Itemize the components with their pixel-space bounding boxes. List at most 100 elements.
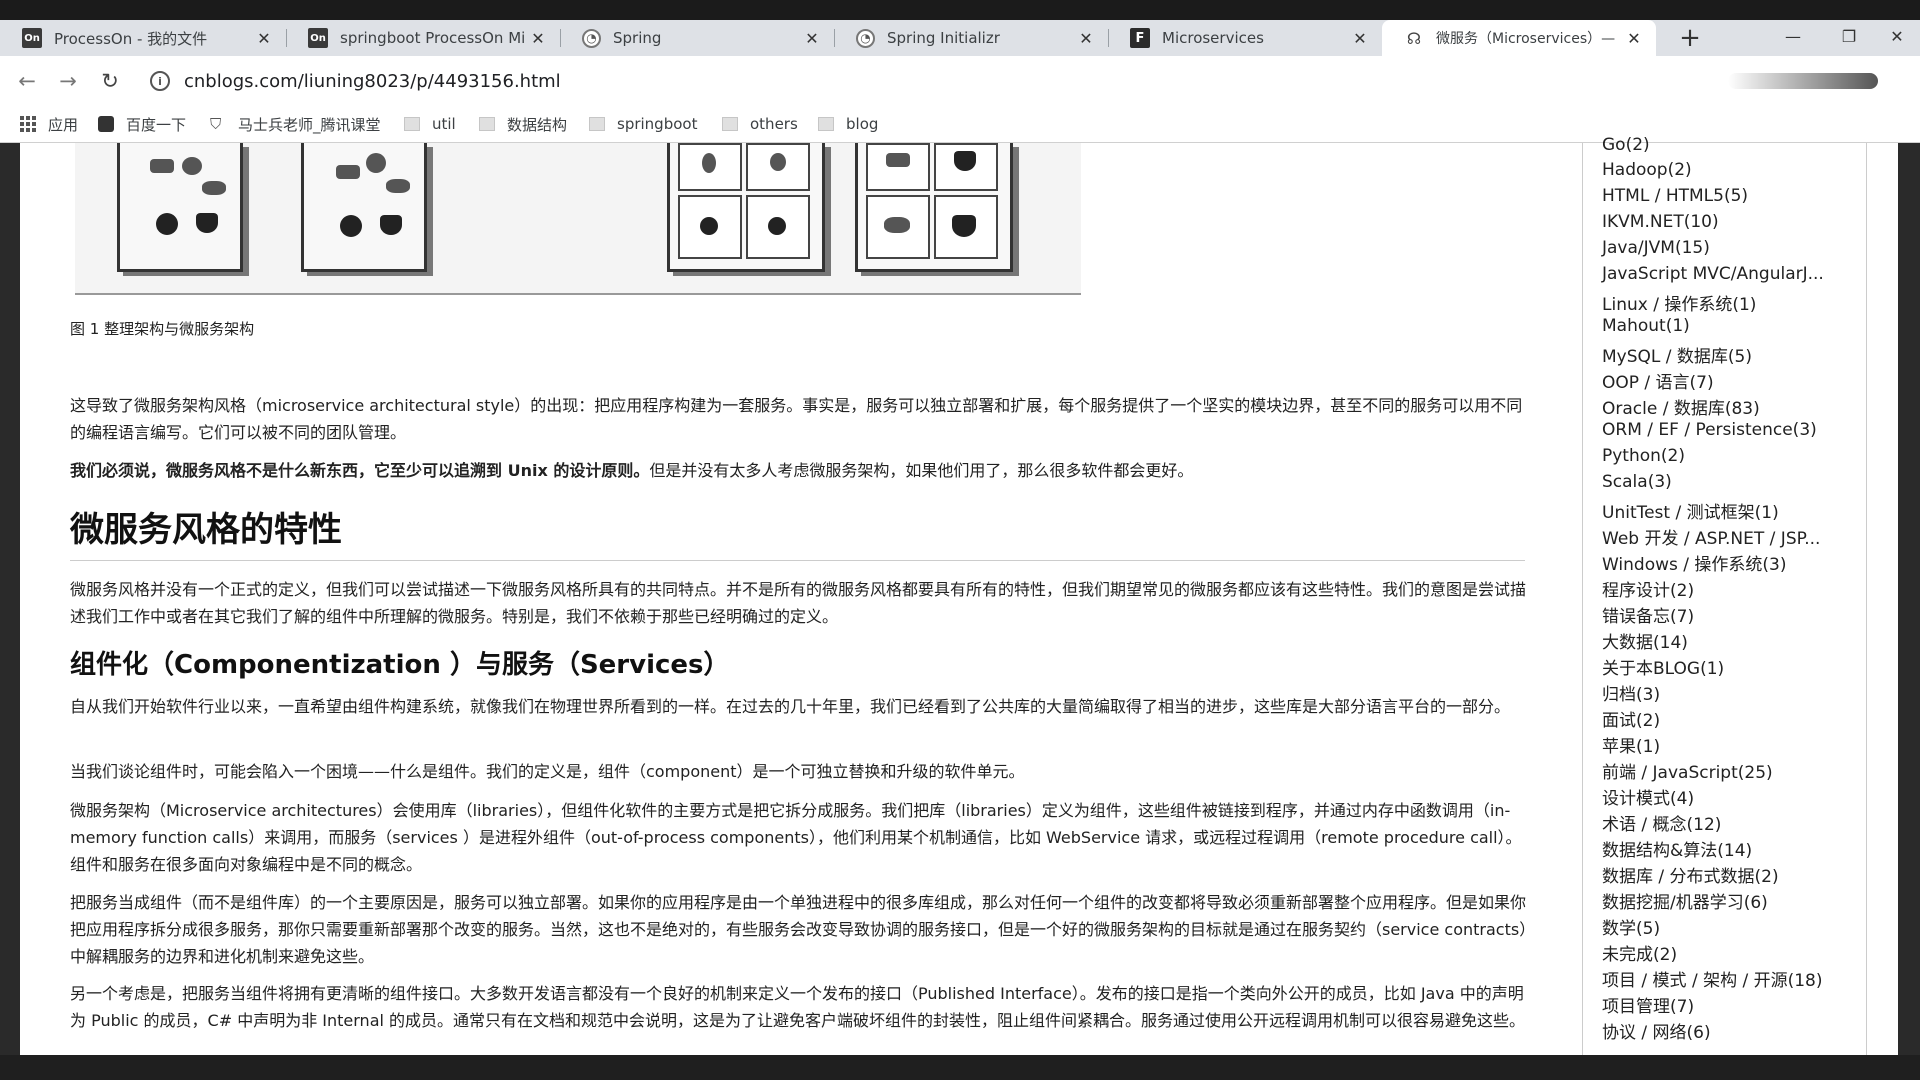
category-link[interactable]: Java/JVM(15) [1602,238,1710,258]
bookmark-apps[interactable]: 应用 [20,106,78,142]
category-link[interactable]: Oracle / 数据库(83) [1602,394,1760,419]
category-link[interactable]: 关于本BLOG(1) [1602,654,1724,679]
tab-title: ProcessOn - 我的文件 [54,29,208,48]
subsection-heading: 组件化（Componentization ）与服务（Services） [70,650,730,680]
category-link[interactable]: 大数据(14) [1602,628,1688,653]
bookmark-folder-util[interactable]: util [404,106,456,142]
url-text: cnblogs.com/liuning8023/p/4493156.html [184,70,561,92]
bookmark-label: 百度一下 [126,115,187,134]
close-icon[interactable]: ✕ [1350,29,1370,48]
bookmark-label: springboot [617,115,698,133]
monolith-server-icon [301,143,427,272]
bookmark-folder-others[interactable]: others [722,106,798,142]
category-link[interactable]: 数据库 / 分布式数据(2) [1602,862,1779,887]
article-paragraph-emphasis: 我们必须说，微服务风格不是什么新东西，它至少可以追溯到 Unix 的设计原则。但… [70,457,1530,484]
category-link[interactable]: HTML / HTML5(5) [1602,186,1748,206]
category-link[interactable]: 数据结构&算法(14) [1602,836,1752,861]
monolith-server-icon [117,143,243,272]
article-paragraph: 另一个考虑是，把服务当组件将拥有更清晰的组件接口。大多数开发语言都没有一个良好的… [70,984,1526,1030]
shield-icon: ⛉ [210,115,222,133]
apps-grid-icon [20,116,36,132]
forward-arrow-icon[interactable]: → [53,66,83,96]
tab-spring-initializr[interactable]: ◔ Spring Initializr ✕ [834,20,1108,56]
category-link[interactable]: Windows / 操作系统(3) [1602,550,1787,575]
processon-favicon-icon: On [308,28,328,48]
tab-spring[interactable]: ◔ Spring ✕ [560,20,834,56]
address-bar: ← → ↻ i cnblogs.com/liuning8023/p/449315… [0,56,1920,106]
category-link[interactable]: IKVM.NET(10) [1602,212,1719,232]
tab-title: 微服务（Microservices）— [1436,31,1616,47]
bold-statement: 我们必须说，微服务风格不是什么新东西，它至少可以追溯到 Unix 的设计原则。 [70,461,650,480]
article-paragraph: 当我们谈论组件时，可能会陷入一个困境——什么是组件。我们的定义是，组件（comp… [70,762,1025,781]
bookmark-label: util [432,115,456,133]
screen-bottom-strip [0,1055,1920,1080]
bookmark-folder-blog[interactable]: blog [818,106,878,142]
screen-top-strip [0,0,1920,20]
category-link[interactable]: 协议 / 网络(6) [1602,1018,1711,1043]
category-link[interactable]: ORM / EF / Persistence(3) [1602,420,1817,440]
category-link[interactable]: 术语 / 概念(12) [1602,810,1721,835]
back-arrow-icon[interactable]: ← [12,66,42,96]
category-link[interactable]: Python(2) [1602,446,1685,466]
category-link[interactable]: 面试(2) [1602,706,1660,731]
paw-icon [98,116,114,132]
window-close-button[interactable]: ✕ [1874,20,1920,52]
new-tab-button[interactable]: + [1672,20,1708,56]
close-icon[interactable]: ✕ [802,29,822,48]
category-link[interactable]: 设计模式(4) [1602,784,1694,809]
category-link[interactable]: 数据挖掘/机器学习(6) [1602,888,1768,913]
tab-microservices[interactable]: F Microservices ✕ [1108,20,1382,56]
article-paragraph: 微服务架构（Microservice architectures）会使用库（li… [70,801,1522,874]
category-link[interactable]: 归档(3) [1602,680,1660,705]
category-link[interactable]: UnitTest / 测试框架(1) [1602,498,1779,523]
category-link[interactable]: OOP / 语言(7) [1602,368,1714,393]
architecture-figure [75,143,1081,295]
spring-favicon-icon: ◔ [582,28,601,48]
article-paragraph: 自从我们开始软件行业以来，一直希望由组件构建系统，就像我们在物理世界所看到的一样… [70,697,1511,716]
category-link[interactable]: Web 开发 / ASP.NET / JSP... [1602,524,1820,549]
tab-weifuwu-active[interactable]: ☊ 微服务（Microservices）— ✕ [1382,20,1656,56]
category-link[interactable]: 前端 / JavaScript(25) [1602,758,1773,783]
minimize-button[interactable]: — [1770,20,1816,52]
heading-divider [70,560,1525,561]
category-link[interactable]: Linux / 操作系统(1) [1602,290,1756,315]
microservices-server-icon [855,143,1013,272]
article-paragraph: 把服务当成组件（而不是组件库）的一个主要原因是，服务可以独立部署。如果你的应用程… [70,893,1528,966]
category-link[interactable]: MySQL / 数据库(5) [1602,342,1752,367]
restore-button[interactable]: ❐ [1826,20,1872,52]
url-omnibox[interactable]: i cnblogs.com/liuning8023/p/4493156.html [138,63,1878,99]
category-link[interactable]: 数学(5) [1602,914,1660,939]
category-link[interactable]: Mahout(1) [1602,316,1690,336]
folder-icon [404,117,420,131]
tab-title: Spring [613,29,662,47]
category-link[interactable]: JavaScript MVC/AngularJ... [1602,264,1824,284]
close-icon[interactable]: ✕ [254,29,274,48]
f-favicon-icon: F [1130,28,1150,48]
category-link[interactable]: Hadoop(2) [1602,160,1692,180]
folder-icon [479,117,495,131]
category-link[interactable]: 苹果(1) [1602,732,1660,757]
tab-title: springboot ProcessOn Mi [340,29,526,47]
category-sidebar: Go(2) Hadoop(2) HTML / HTML5(5) IKVM.NET… [1582,135,1867,1055]
category-link[interactable]: 项目 / 模式 / 架构 / 开源(18) [1602,966,1823,991]
tab-springboot-processon[interactable]: On springboot ProcessOn Mi ✕ [286,20,560,56]
close-icon[interactable]: ✕ [1076,29,1096,48]
bookmark-folder-data-structures[interactable]: 数据结构 [479,106,567,142]
category-link[interactable]: Go(2) [1602,135,1650,155]
close-icon[interactable]: ✕ [1624,29,1644,48]
category-link[interactable]: 程序设计(2) [1602,576,1694,601]
reload-icon[interactable]: ↻ [95,66,125,96]
bookmark-baidu[interactable]: 百度一下 [98,106,186,142]
category-link[interactable]: 项目管理(7) [1602,992,1694,1017]
category-link[interactable]: 错误备忘(7) [1602,602,1694,627]
tab-processon-files[interactable]: On ProcessOn - 我的文件 ✕ [0,20,286,56]
category-link[interactable]: 未完成(2) [1602,940,1677,965]
tab-title: Microservices [1162,29,1264,47]
bookmark-folder-springboot[interactable]: springboot [589,106,697,142]
category-link[interactable]: Scala(3) [1602,472,1672,492]
close-icon[interactable]: ✕ [528,29,548,48]
info-icon[interactable]: i [150,71,170,91]
bookmark-mashibing[interactable]: ⛉ 马士兵老师_腾讯课堂 [210,106,381,142]
tab-title: Spring Initializr [887,29,1000,47]
cnblogs-favicon-icon: ☊ [1406,28,1422,48]
